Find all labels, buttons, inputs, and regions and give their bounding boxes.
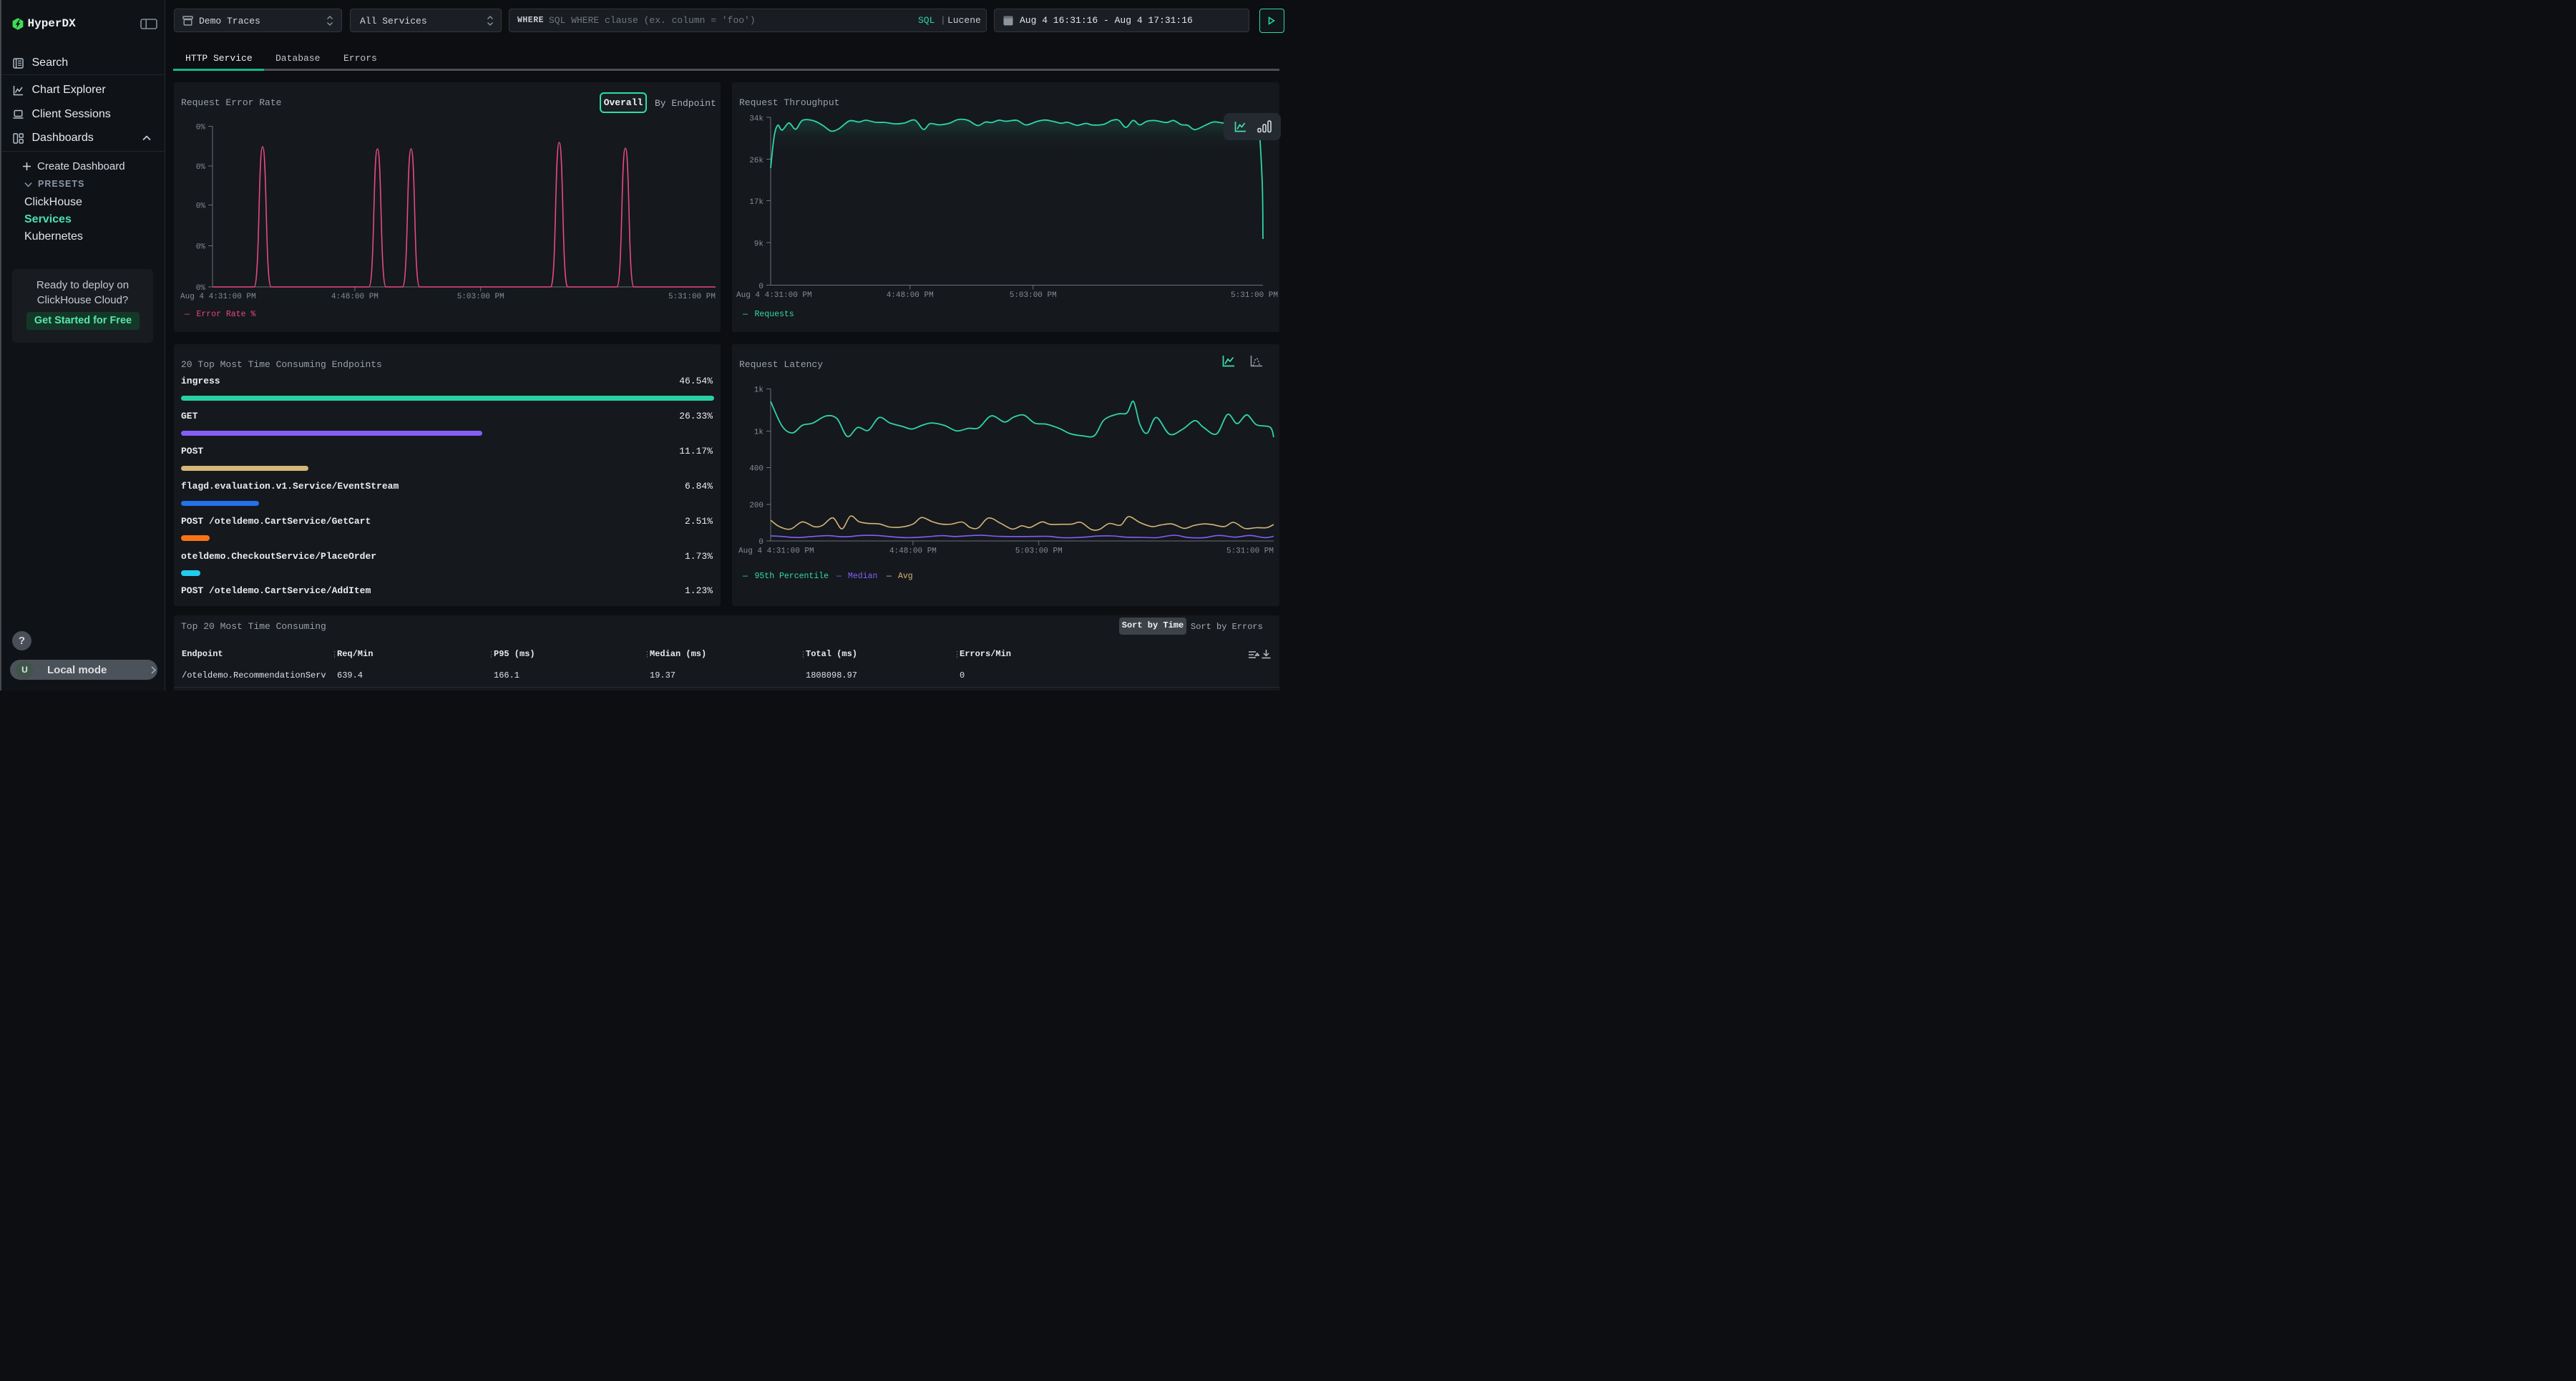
svg-text:—: — xyxy=(836,572,841,581)
svg-text:Avg: Avg xyxy=(898,572,913,581)
svg-text:—: — xyxy=(886,572,892,581)
svg-text:5:03:00 PM: 5:03:00 PM xyxy=(1010,291,1057,300)
svg-text:1k: 1k xyxy=(754,386,764,395)
svg-text:5:03:00 PM: 5:03:00 PM xyxy=(457,293,504,301)
svg-text:0%: 0% xyxy=(196,202,206,211)
svg-text:34k: 34k xyxy=(749,115,763,124)
svg-text:4:48:00 PM: 4:48:00 PM xyxy=(887,291,934,300)
svg-text:95th Percentile: 95th Percentile xyxy=(755,572,829,581)
svg-text:5:03:00 PM: 5:03:00 PM xyxy=(1015,547,1063,556)
svg-text:0%: 0% xyxy=(196,163,206,172)
svg-text:Requests: Requests xyxy=(755,310,794,319)
svg-text:0%: 0% xyxy=(196,243,206,252)
svg-text:9k: 9k xyxy=(754,240,764,249)
svg-text:4:48:00 PM: 4:48:00 PM xyxy=(889,547,937,556)
svg-text:Aug 4 4:31:00 PM: Aug 4 4:31:00 PM xyxy=(736,291,812,300)
svg-text:0%: 0% xyxy=(196,124,206,132)
svg-text:26k: 26k xyxy=(749,157,763,165)
svg-text:0: 0 xyxy=(758,283,763,291)
svg-text:200: 200 xyxy=(749,502,763,510)
svg-text:5:31:00 PM: 5:31:00 PM xyxy=(1226,547,1274,556)
svg-text:—: — xyxy=(742,310,748,319)
svg-text:1k: 1k xyxy=(754,429,764,437)
svg-text:Aug 4 4:31:00 PM: Aug 4 4:31:00 PM xyxy=(738,547,814,556)
svg-text:5:31:00 PM: 5:31:00 PM xyxy=(1231,291,1278,300)
svg-text:Error Rate %: Error Rate % xyxy=(197,310,256,319)
svg-text:0: 0 xyxy=(758,538,763,547)
svg-text:0%: 0% xyxy=(196,284,206,293)
svg-text:4:48:00 PM: 4:48:00 PM xyxy=(331,293,379,301)
svg-text:Median: Median xyxy=(848,572,877,581)
svg-text:400: 400 xyxy=(749,465,763,474)
svg-text:Aug 4 4:31:00 PM: Aug 4 4:31:00 PM xyxy=(180,293,256,301)
svg-text:—: — xyxy=(742,572,748,581)
svg-text:5:31:00 PM: 5:31:00 PM xyxy=(668,293,716,301)
svg-text:—: — xyxy=(184,310,190,319)
svg-text:17k: 17k xyxy=(749,198,763,207)
